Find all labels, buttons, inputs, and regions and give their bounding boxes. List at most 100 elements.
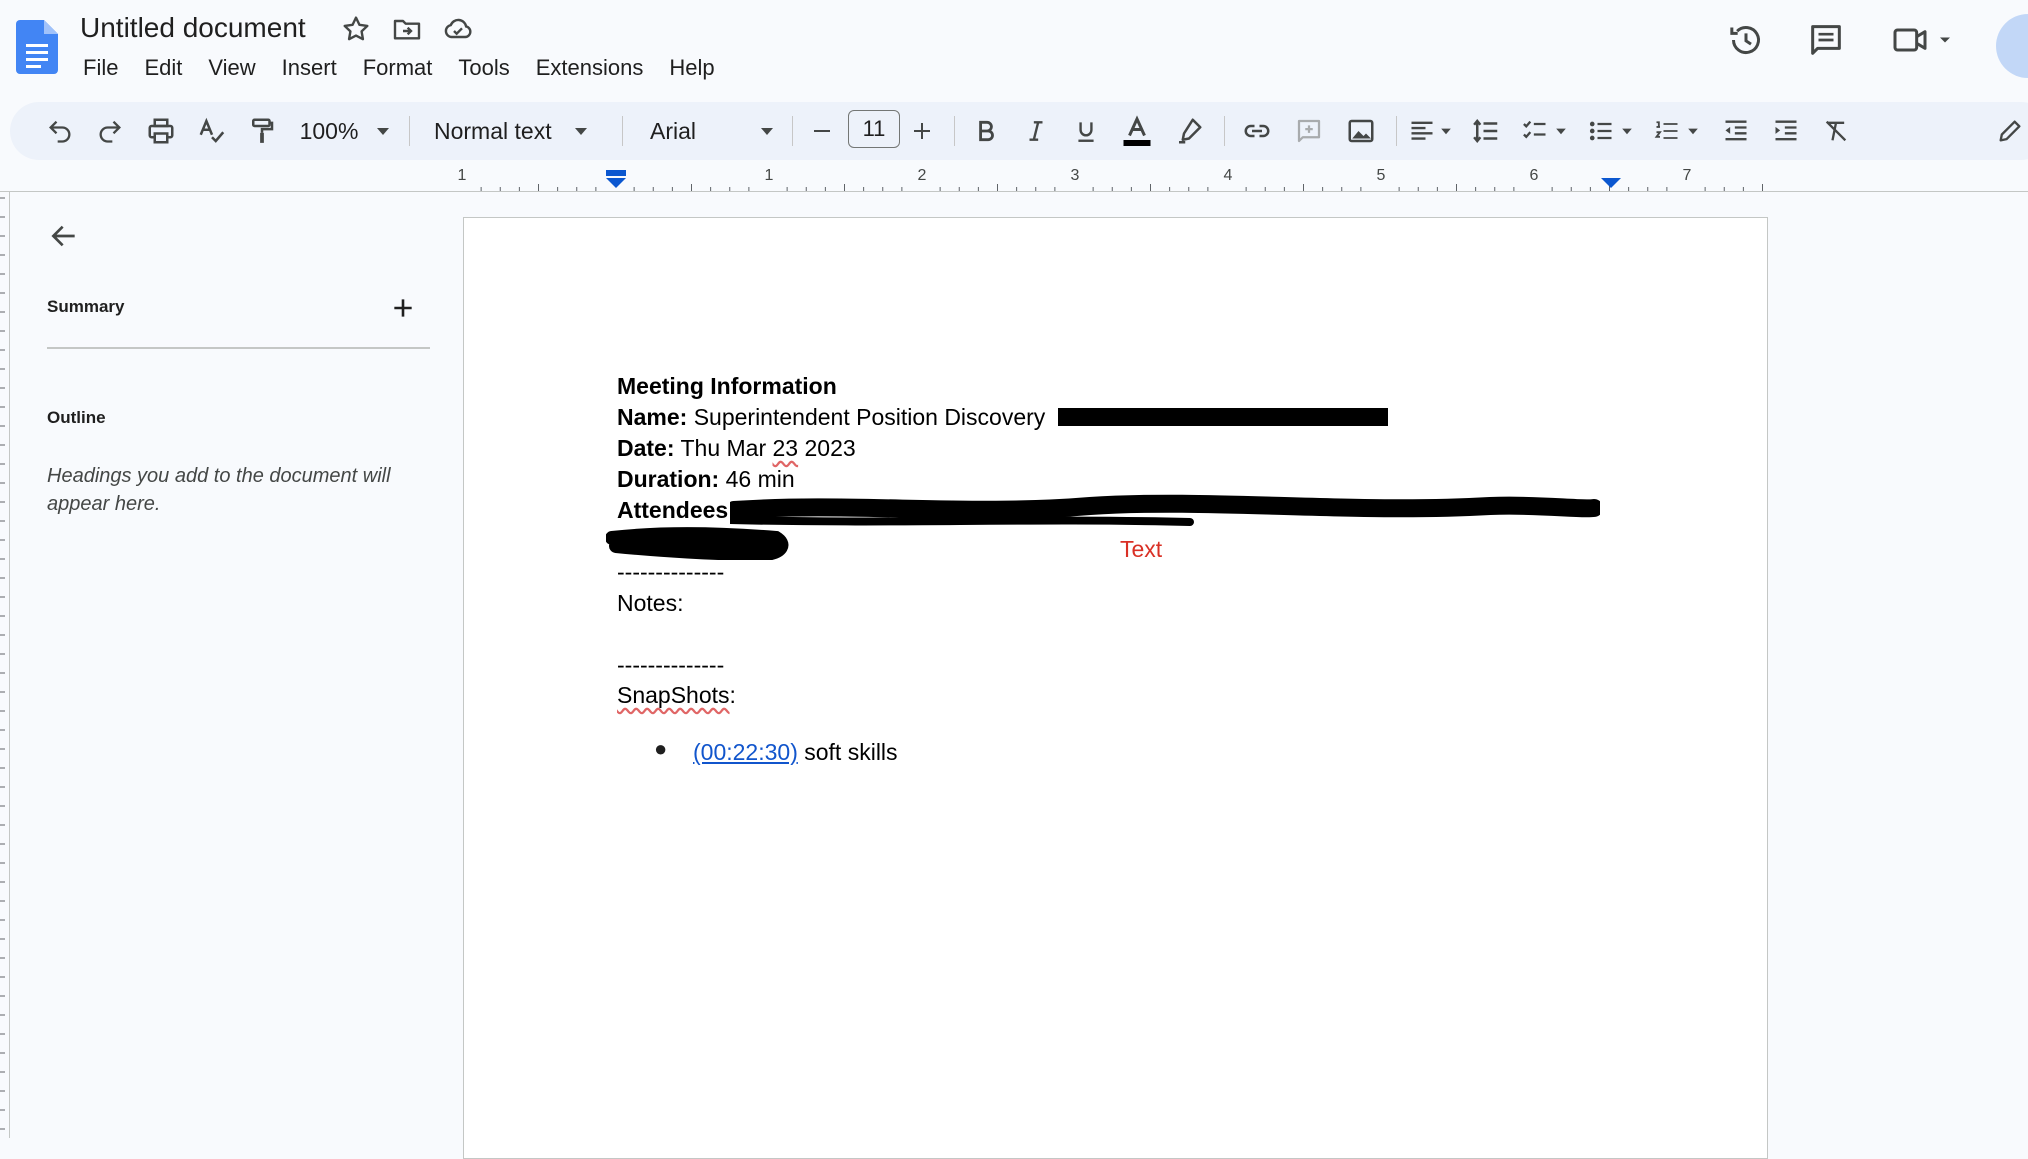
divider-line[interactable]: -------------- <box>617 557 724 588</box>
attendees-line[interactable]: Attendees: <box>617 495 736 526</box>
ruler-label: 1 <box>458 167 467 184</box>
menu-tools[interactable]: Tools <box>445 50 522 86</box>
notes-label[interactable]: Notes: <box>617 588 683 619</box>
menu-file[interactable]: File <box>70 50 131 86</box>
italic-icon[interactable] <box>1012 102 1060 160</box>
horizontal-ruler[interactable]: 1 1 2 3 4 5 6 7 <box>0 162 2028 192</box>
toolbar-divider <box>1224 116 1225 146</box>
redaction-mark <box>1058 408 1388 426</box>
font-select[interactable]: Arial <box>638 102 790 160</box>
snapshot-item[interactable]: (00:22:30) soft skills <box>693 737 898 768</box>
redaction-mark <box>606 527 789 560</box>
toolbar-divider <box>1396 116 1397 146</box>
left-indent-marker <box>606 178 626 188</box>
star-icon[interactable] <box>340 13 372 45</box>
undo-icon[interactable] <box>36 102 84 160</box>
menu-format[interactable]: Format <box>350 50 446 86</box>
outline-placeholder-text: Headings you add to the document will ap… <box>47 465 391 515</box>
style-value: Normal text <box>434 117 552 144</box>
chevron-down-icon <box>761 128 774 135</box>
ruler-label: 5 <box>1377 167 1386 184</box>
increase-indent-icon[interactable] <box>1762 102 1810 160</box>
editing-mode-icon[interactable] <box>1990 102 2028 160</box>
outline-heading: Outline <box>47 408 106 427</box>
zoom-select[interactable]: 100% <box>288 102 402 160</box>
spellcheck-icon[interactable] <box>188 102 236 160</box>
menu-help[interactable]: Help <box>656 50 727 86</box>
bold-icon[interactable] <box>962 102 1010 160</box>
name-line[interactable]: Name: Superintendent Position Discovery <box>617 402 1045 433</box>
redo-icon[interactable] <box>86 102 134 160</box>
toolbar-divider <box>954 116 955 146</box>
spelling-flag: 23 <box>772 435 799 461</box>
print-icon[interactable] <box>136 102 186 160</box>
ruler-label: 3 <box>1071 167 1080 184</box>
chevron-down-icon <box>377 128 390 135</box>
chevron-down-icon <box>1622 128 1632 135</box>
vertical-ruler <box>0 192 10 1138</box>
back-arrow-icon[interactable] <box>48 220 80 252</box>
menu-view[interactable]: View <box>195 50 268 86</box>
chevron-down-icon <box>574 128 587 135</box>
cloud-status-icon[interactable] <box>442 13 474 45</box>
divider-line[interactable]: -------------- <box>617 650 724 681</box>
move-folder-icon[interactable] <box>391 13 423 45</box>
annotation-text: Text <box>1120 536 1163 562</box>
comments-icon[interactable] <box>1806 20 1846 65</box>
right-indent-marker <box>1601 178 1621 188</box>
account-button[interactable] <box>1996 14 2028 78</box>
docs-logo-icon[interactable] <box>16 20 58 74</box>
font-value: Arial <box>650 117 697 144</box>
paint-format-icon[interactable] <box>238 102 286 160</box>
ruler-label: 1 <box>765 167 774 184</box>
add-comment-icon[interactable] <box>1284 102 1334 160</box>
ruler-label: 2 <box>918 167 927 184</box>
clear-formatting-icon[interactable] <box>1812 102 1860 160</box>
ruler-label: 6 <box>1530 167 1539 184</box>
insert-image-icon[interactable] <box>1336 102 1386 160</box>
timestamp-link[interactable]: (00:22:30) <box>693 739 798 765</box>
decrease-indent-icon[interactable] <box>1712 102 1760 160</box>
insert-link-icon[interactable] <box>1232 102 1282 160</box>
summary-heading: Summary <box>47 297 125 316</box>
menu-edit[interactable]: Edit <box>131 50 195 86</box>
toolbar: 100% Normal text Arial 11 <box>10 102 2028 160</box>
snapshots-label[interactable]: SnapShots: <box>617 680 736 711</box>
document-title[interactable]: Untitled document <box>80 8 306 48</box>
style-select[interactable]: Normal text <box>422 102 618 160</box>
bullet-marker: ● <box>654 736 668 761</box>
ruler-scale: 1 1 2 3 4 5 6 7 <box>0 167 2028 192</box>
increase-font-size-icon[interactable] <box>902 102 942 160</box>
chevron-down-icon <box>1688 128 1698 135</box>
first-line-indent-marker <box>606 170 626 176</box>
font-size-input[interactable]: 11 <box>848 110 900 148</box>
menu-extensions[interactable]: Extensions <box>523 50 657 86</box>
underline-icon[interactable] <box>1062 102 1110 160</box>
sidebar-divider <box>47 347 430 349</box>
version-history-icon[interactable] <box>1726 20 1766 65</box>
menu-bar: File Edit View Insert Format Tools Exten… <box>70 50 728 86</box>
numbered-list-icon[interactable] <box>1646 102 1706 160</box>
ruler-label: 7 <box>1683 167 1692 184</box>
highlight-color-icon[interactable] <box>1164 102 1214 160</box>
zoom-value: 100% <box>299 117 359 144</box>
add-summary-icon[interactable] <box>390 295 416 321</box>
text-color-icon[interactable] <box>1112 102 1162 160</box>
redaction-mark <box>730 494 1600 526</box>
ruler-label: 4 <box>1224 167 1233 184</box>
toolbar-divider <box>622 116 623 146</box>
meet-video-icon[interactable] <box>1890 20 1960 65</box>
chevron-down-icon <box>1441 128 1451 135</box>
toolbar-divider <box>409 116 410 146</box>
align-left-icon[interactable] <box>1402 102 1458 160</box>
meeting-info-heading[interactable]: Meeting Information <box>617 371 837 402</box>
line-spacing-icon[interactable] <box>1462 102 1510 160</box>
toolbar-divider <box>792 116 793 146</box>
decrease-font-size-icon[interactable] <box>802 102 842 160</box>
duration-line[interactable]: Duration: 46 min <box>617 464 795 495</box>
checklist-icon[interactable] <box>1514 102 1574 160</box>
date-line[interactable]: Date: Thu Mar 23 2023 <box>617 433 856 464</box>
bulleted-list-icon[interactable] <box>1580 102 1640 160</box>
menu-insert[interactable]: Insert <box>269 50 350 86</box>
chevron-down-icon <box>1556 128 1566 135</box>
